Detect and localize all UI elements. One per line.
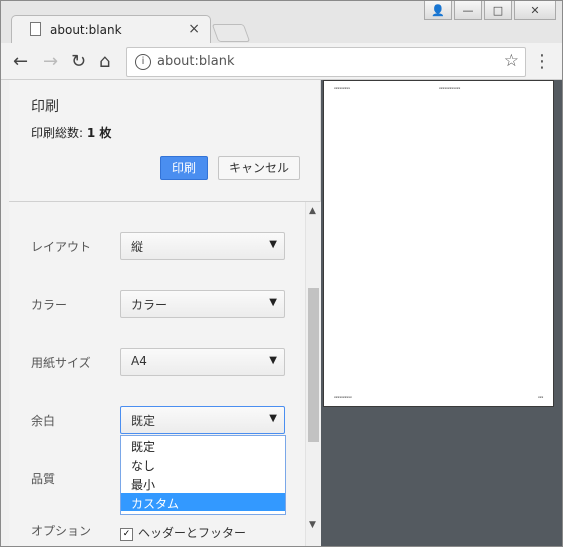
layout-select[interactable]: 縦 ▼: [120, 232, 285, 260]
print-total-label: 印刷総数:: [31, 126, 84, 140]
page-icon: [30, 22, 41, 36]
browser-toolbar: ← → ↻ ⌂ i about:blank ☆ ⋮: [1, 43, 562, 80]
url-text: about:blank: [157, 54, 235, 69]
chevron-down-icon: ▼: [269, 355, 277, 366]
minimize-icon[interactable]: —: [454, 1, 482, 20]
preview-header-left: xxxxxxxxx: [334, 86, 350, 90]
margin-option-selected[interactable]: カスタム: [121, 493, 285, 511]
print-preview: xxxxxxxxx xxxxxxxxxxxx xxxxxxxxxx xxx: [321, 80, 562, 546]
scroll-down-icon[interactable]: ▼: [309, 520, 316, 530]
chevron-down-icon: ▼: [269, 239, 277, 250]
browser-tab[interactable]: about:blank ×: [11, 15, 211, 44]
forward-icon[interactable]: →: [43, 51, 58, 72]
color-select[interactable]: カラー ▼: [120, 290, 285, 318]
title-bar: 👤 — □ ✕ about:blank ×: [1, 1, 562, 44]
margin-option[interactable]: 既定: [121, 436, 285, 454]
scrollbar[interactable]: ▲ ▼: [305, 202, 321, 546]
header-footer-checkbox[interactable]: ✓: [120, 528, 133, 541]
close-icon[interactable]: ✕: [514, 1, 556, 20]
window-controls: 👤 — □ ✕: [424, 1, 556, 20]
preview-header-center: xxxxxxxxxxxx: [439, 86, 461, 90]
header-footer-label: ヘッダーとフッター: [138, 526, 247, 540]
preview-page: xxxxxxxxx xxxxxxxxxxxx xxxxxxxxxx xxx: [323, 80, 554, 407]
margin-select[interactable]: 既定 ▼: [120, 406, 285, 434]
paper-size-value: A4: [131, 354, 147, 368]
margin-option[interactable]: 最小: [121, 474, 285, 492]
cancel-button[interactable]: キャンセル: [218, 156, 300, 180]
print-total-value: 1 枚: [86, 126, 112, 140]
preview-footer-left: xxxxxxxxxx: [334, 395, 352, 399]
page-title: 印刷: [31, 99, 59, 115]
layout-value: 縦: [131, 240, 144, 254]
layout-label: レイアウト: [31, 240, 92, 254]
paper-size-select[interactable]: A4 ▼: [120, 348, 285, 376]
home-icon[interactable]: ⌂: [99, 51, 110, 72]
menu-icon[interactable]: ⋮: [533, 51, 551, 72]
color-label: カラー: [31, 298, 68, 312]
margin-value: 既定: [131, 414, 156, 428]
margin-dropdown: 既定 なし 最小 カスタム: [120, 435, 286, 515]
back-icon[interactable]: ←: [13, 51, 28, 72]
scroll-thumb[interactable]: [308, 288, 319, 442]
settings-panel: レイアウト 縦 ▼ カラー カラー ▼ 用紙サイズ A4 ▼ 余白 既定 ▼ 品…: [9, 202, 303, 546]
tab-title: about:blank: [50, 23, 122, 37]
maximize-icon[interactable]: □: [484, 1, 512, 20]
print-sidebar: 印刷 印刷総数: 1 枚 印刷 キャンセル レイアウト 縦 ▼ カラー カラー …: [9, 80, 321, 546]
new-tab-button[interactable]: [211, 24, 251, 42]
options-label: オプション: [31, 524, 92, 538]
color-value: カラー: [131, 298, 168, 312]
browser-window: 👤 — □ ✕ about:blank × ← → ↻ ⌂ i about:bl…: [0, 0, 563, 547]
chevron-down-icon: ▼: [269, 297, 277, 308]
address-bar[interactable]: i about:blank ☆: [126, 47, 526, 77]
chevron-down-icon: ▼: [269, 413, 277, 424]
paper-size-label: 用紙サイズ: [31, 356, 91, 370]
user-icon[interactable]: 👤: [424, 1, 452, 20]
quality-label: 品質: [31, 472, 56, 486]
print-button[interactable]: 印刷: [160, 156, 208, 180]
scroll-up-icon[interactable]: ▲: [309, 206, 316, 216]
info-icon[interactable]: i: [135, 54, 151, 70]
reload-icon[interactable]: ↻: [71, 51, 86, 72]
star-icon[interactable]: ☆: [504, 51, 519, 71]
tab-close-icon[interactable]: ×: [188, 21, 200, 37]
margin-label: 余白: [31, 414, 56, 428]
preview-footer-right: xxx: [538, 395, 544, 399]
print-total: 印刷総数: 1 枚: [31, 124, 111, 141]
margin-option[interactable]: なし: [121, 455, 285, 473]
